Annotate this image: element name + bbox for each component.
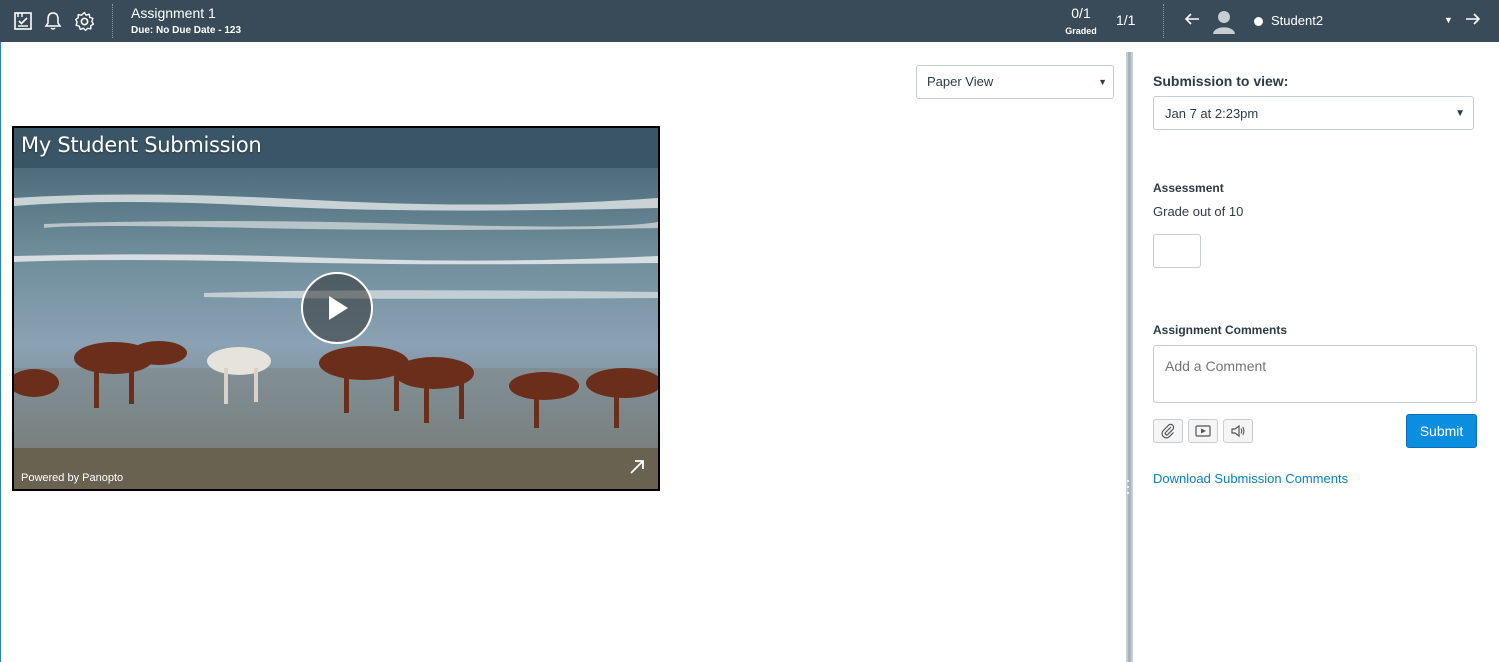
graded-label: Graded	[1065, 26, 1097, 36]
submission-select[interactable]: Jan 7 at 2:23pm ▼	[1153, 96, 1474, 130]
paperclip-icon	[1161, 423, 1175, 439]
download-submission-comments-link[interactable]: Download Submission Comments	[1153, 471, 1348, 486]
header-divider	[1163, 4, 1164, 38]
gradebook-icon[interactable]	[12, 10, 34, 32]
panel-splitter[interactable]	[1126, 52, 1133, 662]
submission-to-view-label: Submission to view:	[1153, 73, 1289, 89]
avatar	[1211, 8, 1237, 34]
splitter-track	[1128, 52, 1131, 662]
powered-by-label: Powered by Panopto	[21, 472, 124, 484]
media-comment-button[interactable]	[1188, 419, 1218, 443]
next-student-arrow-icon[interactable]	[1464, 10, 1482, 32]
attach-file-button[interactable]	[1153, 419, 1183, 443]
assignment-title[interactable]: Assignment 1	[131, 5, 216, 21]
header-divider	[112, 4, 113, 38]
chevron-down-icon: ▼	[1455, 108, 1465, 119]
view-mode-select[interactable]: Paper View ▼	[916, 65, 1114, 99]
resize-handle-icon[interactable]	[1126, 478, 1130, 496]
assignment-comments-label: Assignment Comments	[1153, 323, 1288, 337]
speech-recognition-button[interactable]	[1223, 419, 1253, 443]
top-bar: Assignment 1 Due: No Due Date - 123 0/1 …	[0, 0, 1499, 42]
page-count: 1/1	[1116, 12, 1136, 28]
video-player[interactable]: My Student Submission Powered by Panopto	[12, 126, 660, 491]
chevron-down-icon: ▼	[1098, 77, 1107, 87]
comment-textarea[interactable]	[1153, 345, 1477, 403]
bell-icon[interactable]	[42, 10, 64, 32]
gear-icon[interactable]	[73, 10, 95, 32]
left-edge-line	[0, 42, 1, 662]
previous-student-arrow-icon[interactable]	[1183, 10, 1201, 32]
assessment-label: Assessment	[1153, 181, 1224, 195]
student-select[interactable]: Student2	[1271, 13, 1323, 28]
speaker-icon	[1231, 424, 1245, 438]
due-date: Due: No Due Date - 123	[131, 25, 242, 36]
video-icon	[1195, 425, 1211, 437]
play-button[interactable]	[301, 272, 373, 344]
submit-button[interactable]: Submit	[1406, 414, 1477, 448]
video-title: My Student Submission	[21, 133, 262, 157]
graded-count: 0/1	[1071, 5, 1091, 21]
submission-select-value: Jan 7 at 2:23pm	[1165, 106, 1259, 121]
view-mode-value: Paper View	[927, 74, 994, 89]
status-dot	[1254, 17, 1263, 26]
chevron-down-icon[interactable]: ▼	[1444, 15, 1453, 25]
grade-input[interactable]	[1153, 234, 1201, 268]
expand-icon[interactable]	[628, 458, 646, 476]
play-icon	[329, 296, 348, 320]
grade-out-of-label: Grade out of 10	[1153, 204, 1244, 219]
